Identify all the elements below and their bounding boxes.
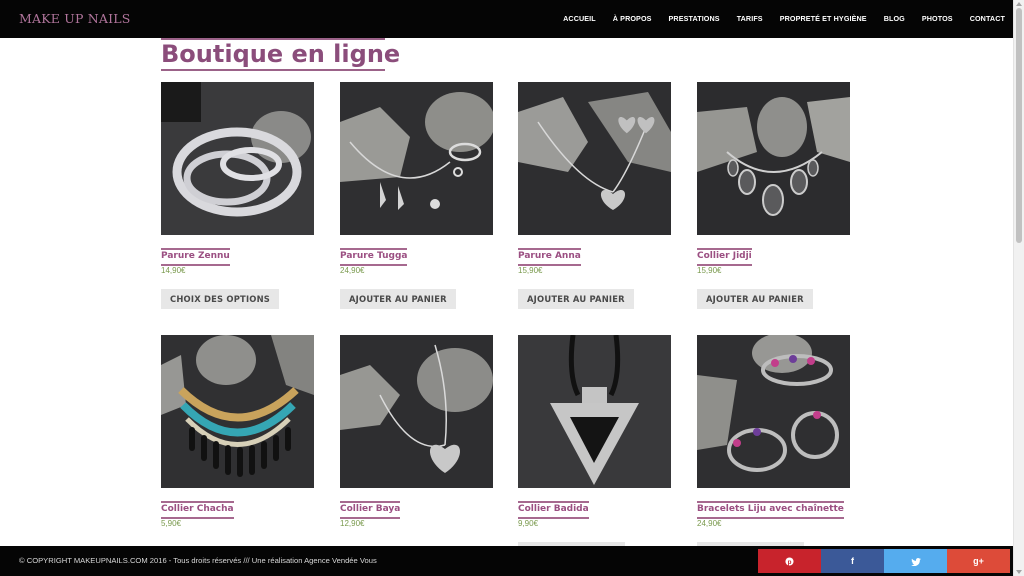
- product-name[interactable]: Bracelets Liju avec chaînette: [697, 501, 844, 519]
- product-image[interactable]: [161, 82, 314, 235]
- google-plus-icon: g+: [973, 556, 984, 566]
- product-name[interactable]: Collier Jidji: [697, 248, 752, 266]
- nav-tarifs[interactable]: TARIFS: [737, 14, 763, 23]
- site-logo[interactable]: MAKE UP NAILS: [19, 11, 131, 26]
- product-name[interactable]: Collier Chacha: [161, 501, 234, 519]
- product-name[interactable]: Collier Badida: [518, 501, 589, 519]
- product-image[interactable]: [518, 82, 671, 235]
- nav-blog[interactable]: BLOG: [884, 14, 905, 23]
- main-nav: ACCUEIL À PROPOS PRESTATIONS TARIFS PROP…: [546, 14, 1005, 23]
- nav-a-propos[interactable]: À PROPOS: [613, 14, 652, 23]
- nav-proprete-hygiene[interactable]: PROPRETÉ ET HYGIÈNE: [780, 14, 867, 23]
- product-price: 14,90€: [161, 266, 186, 275]
- site-header: MAKE UP NAILS ACCUEIL À PROPOS PRESTATIO…: [0, 0, 1013, 38]
- scroll-up-arrow-icon[interactable]: [1016, 2, 1022, 6]
- page-title: Boutique en ligne: [161, 40, 401, 68]
- product-name[interactable]: Parure Zennu: [161, 248, 230, 266]
- twitter-button[interactable]: [884, 549, 947, 573]
- product-name[interactable]: Collier Baya: [340, 501, 401, 519]
- nav-prestations[interactable]: PRESTATIONS: [669, 14, 720, 23]
- scroll-down-arrow-icon[interactable]: [1016, 570, 1022, 574]
- choose-options-button[interactable]: CHOIX DES OPTIONS: [161, 289, 280, 309]
- product-image[interactable]: [340, 82, 493, 235]
- facebook-icon: f: [851, 556, 854, 566]
- product-name[interactable]: Parure Anna: [518, 248, 581, 266]
- product-price: 12,90€: [340, 519, 365, 528]
- pinterest-icon: p: [785, 556, 794, 566]
- facebook-button[interactable]: f: [821, 549, 884, 573]
- product-image[interactable]: [161, 335, 314, 488]
- product-image[interactable]: [340, 335, 493, 488]
- product-price: 15,90€: [518, 266, 543, 275]
- product-price: 9,90€: [518, 519, 539, 528]
- product-price: 5,90€: [161, 519, 182, 528]
- page-scrollbar[interactable]: [1013, 0, 1024, 576]
- product-name[interactable]: Parure Tugga: [340, 248, 408, 266]
- nav-photos[interactable]: PHOTOS: [922, 14, 953, 23]
- product-image[interactable]: [697, 82, 850, 235]
- product-image[interactable]: [697, 335, 850, 488]
- svg-text:p: p: [788, 559, 792, 566]
- product-image[interactable]: [518, 335, 671, 488]
- add-to-cart-button[interactable]: AJOUTER AU PANIER: [518, 289, 634, 309]
- pinterest-button[interactable]: p: [758, 549, 821, 573]
- product-price: 15,90€: [697, 266, 722, 275]
- add-to-cart-button[interactable]: AJOUTER AU PANIER: [340, 289, 456, 309]
- twitter-icon: [910, 556, 921, 566]
- product-price: 24,90€: [697, 519, 722, 528]
- title-divider-bottom: [161, 69, 385, 71]
- nav-contact[interactable]: CONTACT: [970, 14, 1005, 23]
- add-to-cart-button[interactable]: AJOUTER AU PANIER: [697, 289, 813, 309]
- copyright-text: © COPYRIGHT MAKEUPNAILS.COM 2016 - Tous …: [19, 556, 377, 565]
- nav-accueil[interactable]: ACCUEIL: [563, 14, 596, 23]
- scrollbar-thumb[interactable]: [1016, 8, 1022, 243]
- product-price: 24,90€: [340, 266, 365, 275]
- google-plus-button[interactable]: g+: [947, 549, 1010, 573]
